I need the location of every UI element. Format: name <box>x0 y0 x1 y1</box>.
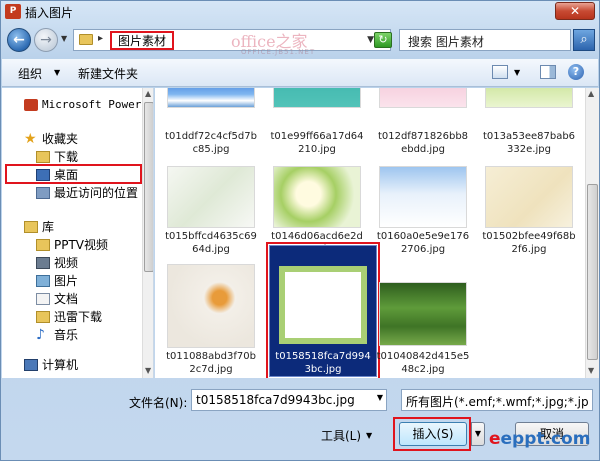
preview-pane-icon[interactable] <box>540 65 556 79</box>
help-icon[interactable]: ? <box>568 64 584 80</box>
desktop-highlight <box>5 164 142 184</box>
video-library-icon <box>36 257 50 269</box>
star-icon: ★ <box>24 131 37 147</box>
new-folder-button[interactable]: 新建文件夹 <box>78 65 138 82</box>
document-library-icon <box>36 293 50 305</box>
file-thumbnail <box>167 166 255 228</box>
forward-button[interactable]: → <box>34 28 58 52</box>
scroll-down-icon[interactable]: ▼ <box>588 366 594 375</box>
filename-input[interactable]: t0158518fca7d9943bc.jpg <box>191 389 387 411</box>
breadcrumb-current-folder[interactable]: 图片素材 <box>110 31 175 50</box>
back-button[interactable]: ← <box>7 28 31 52</box>
organize-dropdown-icon[interactable]: ▼ <box>54 68 60 77</box>
folder-icon <box>36 311 50 323</box>
folder-icon <box>79 34 93 45</box>
scroll-down-icon[interactable]: ▼ <box>145 366 151 375</box>
folder-icon <box>36 239 50 251</box>
file-thumbnail <box>379 88 467 108</box>
insert-picture-dialog: P 插入图片 ✕ ← → ▼ ▸ 图片素材 ▼ office之家 OFFICE.… <box>0 0 600 461</box>
file-thumbnail <box>273 166 361 228</box>
title-bar: P 插入图片 ✕ <box>1 1 599 23</box>
site-brand-watermark: eeppt.com <box>489 429 591 449</box>
recent-pages-dropdown[interactable]: ▼ <box>61 34 67 43</box>
address-separator[interactable]: ▸ <box>98 33 103 44</box>
window-title: 插入图片 <box>25 6 74 20</box>
view-dropdown-icon[interactable]: ▼ <box>514 68 520 77</box>
close-button[interactable]: ✕ <box>555 2 595 20</box>
scroll-up-icon[interactable]: ▲ <box>588 89 594 98</box>
file-thumbnail <box>167 88 255 108</box>
powerpoint-icon <box>24 99 38 111</box>
refresh-button[interactable]: ↻ <box>374 32 392 48</box>
scrollbar-thumb[interactable] <box>144 102 153 272</box>
file-thumbnail <box>379 166 467 228</box>
scrollbar-thumb[interactable] <box>587 184 598 360</box>
command-toolbar: 组织 ▼ 新建文件夹 ▼ ? <box>2 59 598 87</box>
change-view-icon[interactable] <box>492 65 508 79</box>
organize-menu[interactable]: 组织 <box>18 65 42 82</box>
download-folder-icon <box>36 151 50 163</box>
file-thumbnail <box>379 282 467 346</box>
file-thumbnail <box>485 166 573 228</box>
file-thumbnail <box>273 88 361 108</box>
recent-places-icon <box>36 187 50 199</box>
filename-label: 文件名(N): <box>129 396 188 410</box>
insert-options-dropdown[interactable]: ▼ <box>471 422 485 446</box>
watermark-url: OFFICE.JB51.NET <box>241 48 316 56</box>
navigation-scrollbar[interactable]: ▲ ▼ <box>142 88 153 378</box>
tools-dropdown-icon[interactable]: ▼ <box>366 431 372 440</box>
address-dropdown-icon[interactable]: ▼ <box>367 35 374 45</box>
navigation-pane: Microsoft PowerPo ★ 收藏夹 下载 桌面 最近访问的位置 库 … <box>2 88 154 378</box>
library-icon <box>24 221 38 233</box>
filename-dropdown-icon[interactable]: ▼ <box>373 393 387 402</box>
insert-button-outline <box>393 417 471 451</box>
picture-library-icon <box>36 275 50 287</box>
file-list: t01ddf72c4cf5d7bc85.jpg t01e99ff66a17d64… <box>155 88 599 378</box>
tools-menu[interactable]: 工具(L) <box>321 427 361 444</box>
music-library-icon: ♪ <box>36 327 45 343</box>
search-input[interactable]: 搜索 图片素材 <box>399 29 571 51</box>
computer-icon <box>24 359 38 371</box>
file-type-select[interactable]: 所有图片(*.emf;*.wmf;*.jpg;*.jp <box>401 389 593 411</box>
file-thumbnail <box>167 264 255 348</box>
scroll-up-icon[interactable]: ▲ <box>145 89 151 98</box>
search-icon[interactable]: ⌕ <box>573 29 595 51</box>
powerpoint-app-icon: P <box>5 4 21 19</box>
file-list-scrollbar[interactable]: ▲ ▼ <box>585 88 599 378</box>
file-thumbnail <box>279 266 367 344</box>
file-thumbnail <box>485 88 573 108</box>
